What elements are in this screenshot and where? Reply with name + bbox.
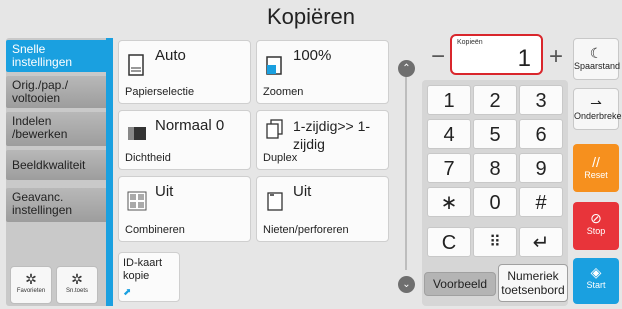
key-8[interactable]: 8 <box>473 153 517 183</box>
key-3[interactable]: 3 <box>519 85 563 115</box>
shortcut-button[interactable]: ✲ Sn.toets <box>56 266 98 304</box>
sidebar-accent-strip <box>106 38 113 306</box>
sidebar-item-layout-edit[interactable]: Indelen /bewerken <box>6 112 110 146</box>
energy-saver-button[interactable]: ☾ Spaarstand <box>573 38 621 80</box>
key-5[interactable]: 5 <box>473 119 517 149</box>
favorites-label: Favorieten <box>16 288 46 294</box>
start-button[interactable]: ◈ Start <box>573 258 619 304</box>
scroll-down-icon[interactable]: ⌄ <box>398 276 415 293</box>
key-4[interactable]: 4 <box>427 119 471 149</box>
tile-zoom[interactable]: 100% Zoomen <box>256 40 389 104</box>
shortcut-arrow-icon: ⬈ <box>123 287 132 298</box>
paper-tray-icon <box>128 54 144 76</box>
stop-label: Stop <box>586 226 606 236</box>
key-2[interactable]: 2 <box>473 85 517 115</box>
start-icon: ◈ <box>590 264 602 280</box>
staple-value: Uit <box>293 183 312 200</box>
zoom-icon <box>266 56 282 75</box>
shortcut-label: Sn.toets <box>65 288 88 294</box>
favorites-button[interactable]: ✲ Favorieten <box>10 266 52 304</box>
sidebar-item-advanced-setup[interactable]: Geavanc. instellingen <box>6 188 110 222</box>
duplex-label: Duplex <box>263 152 298 164</box>
start-label: Start <box>586 280 606 290</box>
interrupt-button[interactable]: ⇀ Onderbreken <box>573 88 622 130</box>
numeric-keyboard-button[interactable]: Numeriek toetsenbord <box>498 264 568 302</box>
key-0[interactable]: 0 <box>473 187 517 217</box>
scroll-up-icon[interactable]: ⌃ <box>398 60 415 77</box>
stop-button[interactable]: ⊘ Stop <box>573 202 619 250</box>
combine-icon <box>127 191 147 211</box>
copies-label: Kopieën <box>457 39 483 46</box>
interrupt-label: Onderbreken <box>574 111 622 121</box>
tile-staple-punch[interactable]: Uit Nieten/perforeren <box>256 176 389 242</box>
copies-field[interactable]: Kopieën 1 <box>450 34 543 75</box>
reset-icon: // <box>592 154 600 170</box>
key-clear[interactable]: C <box>427 227 471 257</box>
reset-button[interactable]: // Reset <box>573 144 619 192</box>
key-7[interactable]: 7 <box>427 153 471 183</box>
scroll-track[interactable] <box>405 70 407 270</box>
tile-id-card-copy[interactable]: ID-kaart kopie ⬈ <box>118 252 180 302</box>
density-icon <box>128 127 146 140</box>
interrupt-icon: ⇀ <box>590 95 602 111</box>
sidebar-item-org-paper-finishing[interactable]: Orig./pap./ voltooien <box>6 76 110 108</box>
combine-value: Uit <box>155 183 174 200</box>
reset-label: Reset <box>584 170 608 180</box>
staple-icon <box>267 192 283 211</box>
zoom-label: Zoomen <box>263 86 304 98</box>
key-hash[interactable]: # <box>519 187 563 217</box>
duplex-icon <box>266 119 283 139</box>
staple-label: Nieten/perforeren <box>263 224 349 236</box>
copies-value: 1 <box>517 45 531 72</box>
key-9[interactable]: 9 <box>519 153 563 183</box>
density-value: Normaal 0 <box>155 117 225 134</box>
density-label: Dichtheid <box>125 152 171 164</box>
tile-combine[interactable]: Uit Combineren <box>118 176 251 242</box>
key-6[interactable]: 6 <box>519 119 563 149</box>
sidebar-item-image-quality[interactable]: Beeldkwaliteit <box>6 150 110 180</box>
copies-plus-button[interactable]: + <box>544 44 568 72</box>
page-title: Kopiëren <box>266 4 356 29</box>
tile-density[interactable]: Normaal 0 Dichtheid <box>118 110 251 170</box>
gear-star-icon: ✲ <box>25 271 37 287</box>
key-more-icon[interactable]: ⠿ <box>473 227 517 257</box>
gear-icon: ✲ <box>71 271 83 287</box>
key-enter[interactable]: ↵ <box>519 227 563 257</box>
combine-label: Combineren <box>125 224 185 236</box>
copies-minus-button[interactable]: − <box>426 44 450 72</box>
preview-button[interactable]: Voorbeeld <box>424 272 496 296</box>
zoom-value: 100% <box>293 47 332 64</box>
stop-icon: ⊘ <box>590 210 602 226</box>
tile-duplex[interactable]: 1-zijdig>> 1-zijdig Duplex <box>256 110 389 170</box>
tile-paper-selection[interactable]: Auto Papierselectie <box>118 40 251 104</box>
moon-icon: ☾ <box>589 45 603 61</box>
paper-value: Auto <box>155 47 186 64</box>
sidebar-item-quick-setup[interactable]: Snelle instellingen <box>6 40 110 72</box>
idcard-label: ID-kaart kopie <box>123 257 163 282</box>
key-1[interactable]: 1 <box>427 85 471 115</box>
energy-saver-label: Spaarstand <box>574 61 621 71</box>
duplex-value: 1-zijdig>> 1-zijdig <box>293 118 371 152</box>
paper-label: Papierselectie <box>125 86 195 98</box>
key-asterisk[interactable]: ∗ <box>427 187 471 217</box>
